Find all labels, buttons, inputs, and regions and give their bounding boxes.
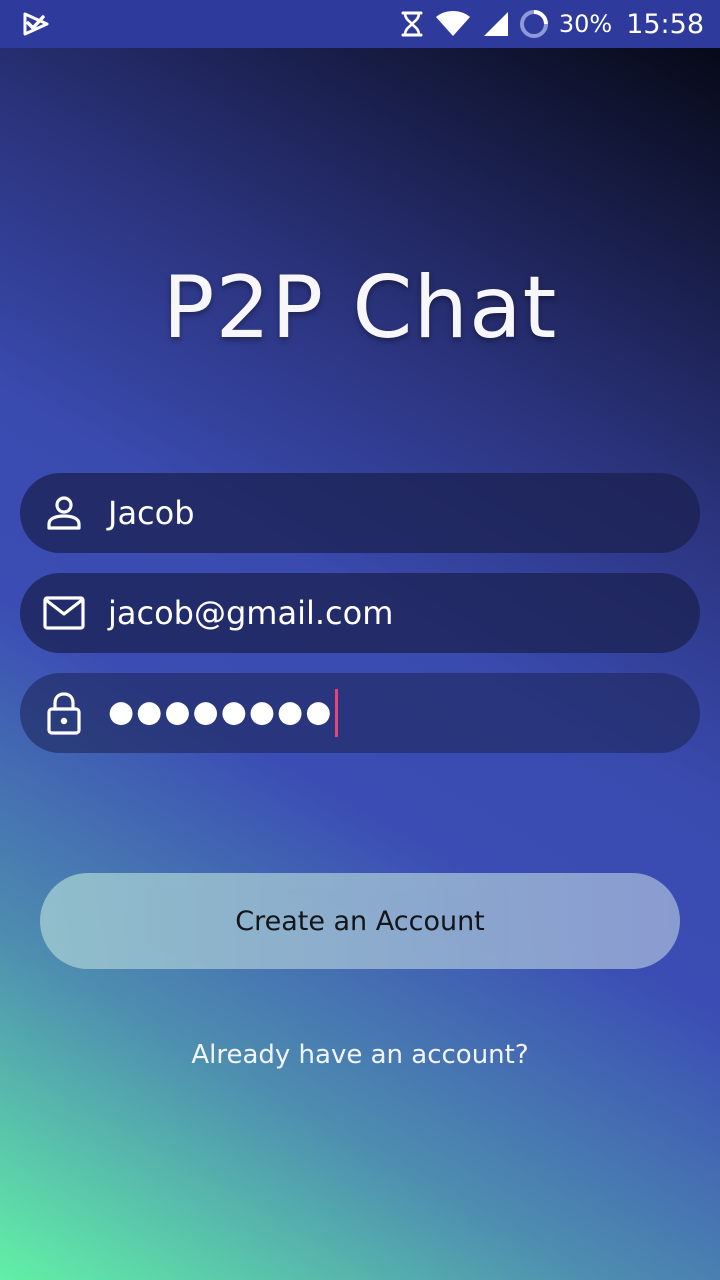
status-bar: 30% 15:58 <box>0 0 720 48</box>
wifi-icon <box>435 11 470 36</box>
hourglass-icon <box>401 11 423 37</box>
name-input-value[interactable]: Jacob <box>108 494 195 532</box>
lock-icon <box>42 691 86 735</box>
name-field[interactable]: Jacob <box>20 473 700 553</box>
create-account-button[interactable]: Create an Account <box>40 873 680 969</box>
play-check-icon <box>23 12 49 36</box>
mail-icon <box>42 591 86 635</box>
login-link[interactable]: Already have an account? <box>0 1040 720 1070</box>
cell-signal-icon <box>483 12 508 36</box>
person-icon <box>42 491 86 535</box>
signup-screen: 30% 15:58 P2P Chat Jacob jacob@gmail.com <box>0 0 720 1280</box>
text-cursor <box>335 689 339 737</box>
password-field[interactable]: ●●●●●●●● <box>20 673 700 753</box>
password-masked-text: ●●●●●●●● <box>108 694 334 730</box>
email-input-value[interactable]: jacob@gmail.com <box>108 594 393 632</box>
battery-percentage: 30% <box>558 10 613 38</box>
password-input-value[interactable]: ●●●●●●●● <box>108 689 339 737</box>
email-field[interactable]: jacob@gmail.com <box>20 573 700 653</box>
app-title: P2P Chat <box>162 258 558 358</box>
clock-time: 15:58 <box>626 8 704 40</box>
battery-ring-icon <box>519 10 548 38</box>
status-icons: 30% 15:58 <box>399 0 704 48</box>
